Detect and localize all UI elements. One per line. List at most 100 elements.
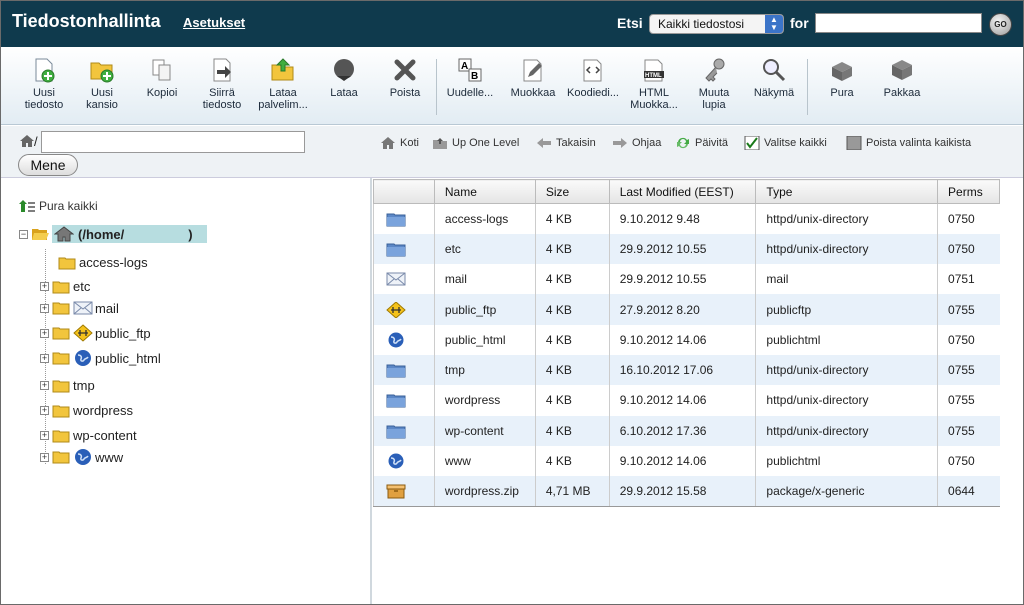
settings-link[interactable]: Asetukset — [183, 15, 245, 30]
tree-item-public-html[interactable]: + public_html — [40, 349, 161, 367]
collapse-all-button[interactable]: Pura kaikki — [19, 199, 98, 213]
column-header-name[interactable]: Name — [433, 179, 536, 204]
permissions-button[interactable]: Muuta lupia — [685, 57, 743, 111]
tree-item-wordpress[interactable]: + wordpress — [40, 403, 133, 418]
column-header-perms[interactable]: Perms — [937, 179, 1000, 204]
row-perms[interactable]: 0644 — [937, 476, 1000, 507]
row-perms[interactable]: 0755 — [937, 415, 1000, 446]
row-name[interactable]: wp-content — [433, 415, 536, 446]
new-file-button[interactable]: Uusi tiedosto — [15, 57, 73, 111]
compress-button[interactable]: Pakkaa — [873, 57, 931, 99]
rename-button[interactable]: AB Uudelle... — [441, 57, 499, 99]
html-editor-button[interactable]: HTML HTML Muokka... — [625, 57, 683, 111]
column-header-type[interactable]: Type — [755, 179, 939, 204]
tree-item-www[interactable]: + www — [40, 448, 123, 466]
select-all-button[interactable]: Valitse kaikki — [744, 136, 827, 150]
table-row[interactable]: tmp 4 KB 16.10.2012 17.06 httpd/unix-direct… — [373, 354, 1000, 386]
upload-button[interactable]: Lataa palvelim... — [254, 57, 312, 111]
table-row[interactable]: etc 4 KB 29.9.2012 10.55 httpd/unix-directo… — [373, 233, 1000, 265]
row-icon-cell[interactable] — [373, 476, 435, 507]
row-name[interactable]: mail — [433, 264, 536, 295]
expand-toggle-icon[interactable]: + — [40, 353, 49, 363]
table-row[interactable]: public_ftp 4 KB 27.9.2012 8.20 publicftp 075… — [373, 294, 1000, 325]
edit-button[interactable]: Muokkaa — [504, 57, 562, 99]
row-perms[interactable]: 0750 — [937, 233, 1000, 265]
row-perms[interactable]: 0750 — [937, 445, 1000, 477]
table-row[interactable]: wp-content 4 KB 6.10.2012 17.36 httpd/unix-… — [373, 415, 1000, 446]
row-name[interactable]: tmp — [433, 354, 536, 386]
code-editor-button[interactable]: Koodiedi... — [564, 57, 622, 99]
row-perms[interactable]: 0755 — [937, 294, 1000, 325]
expand-toggle-icon[interactable]: + — [40, 431, 49, 440]
go-path-button[interactable]: Mene — [18, 154, 78, 176]
expand-toggle-icon[interactable]: + — [40, 381, 49, 390]
new-folder-button[interactable]: Uusi kansio — [73, 57, 131, 111]
view-button[interactable]: Näkymä — [745, 57, 803, 99]
folder-icon — [386, 241, 434, 257]
row-perms[interactable]: 0750 — [937, 324, 1000, 355]
row-icon-cell[interactable] — [373, 264, 435, 295]
row-perms[interactable]: 0751 — [937, 264, 1000, 295]
table-row[interactable]: wordpress 4 KB 9.10.2012 14.06 httpd/unix-d… — [373, 385, 1000, 416]
up-one-level-button[interactable]: Up One Level — [432, 136, 519, 150]
table-row[interactable]: wordpress.zip 4,71 MB 29.9.2012 15.58 packa… — [373, 476, 1000, 507]
table-row[interactable]: www 4 KB 9.10.2012 14.06 publichtml 0750 — [373, 445, 1000, 477]
delete-button[interactable]: Poista — [376, 57, 434, 99]
go-button[interactable]: GO — [989, 13, 1012, 36]
table-row[interactable]: mail 4 KB 29.9.2012 10.55 mail 0751 — [373, 264, 1000, 295]
expand-toggle-icon[interactable]: + — [40, 282, 49, 291]
row-perms[interactable]: 0750 — [937, 203, 1000, 234]
tree-root-label-box[interactable]: (/home/ ) — [52, 225, 207, 243]
path-input[interactable] — [41, 131, 305, 153]
row-perms[interactable]: 0755 — [937, 385, 1000, 416]
row-name[interactable]: access-logs — [433, 203, 536, 234]
expand-toggle-icon[interactable]: + — [40, 452, 49, 462]
tree-item-access-logs[interactable]: access-logs — [58, 255, 148, 270]
column-header-modified[interactable]: Last Modified (EEST) — [608, 179, 757, 204]
search-input[interactable] — [815, 13, 982, 33]
tree-item-wp-content[interactable]: + wp-content — [40, 428, 137, 443]
row-name[interactable]: etc — [433, 233, 536, 265]
expand-toggle-icon[interactable]: + — [40, 303, 49, 313]
row-icon-cell[interactable] — [373, 385, 435, 416]
collapse-toggle-icon[interactable]: − — [19, 229, 28, 239]
home-button[interactable]: Koti — [380, 136, 419, 150]
search-scope-select[interactable]: Kaikki tiedostosi ▲ ▼ — [649, 14, 784, 34]
expand-toggle-icon[interactable]: + — [40, 406, 49, 415]
deselect-all-button[interactable]: Poista valinta kaikista — [846, 136, 971, 150]
column-header-icon[interactable] — [373, 179, 435, 204]
back-button[interactable]: Takaisin — [536, 136, 596, 150]
move-file-button[interactable]: Siirrä tiedosto — [193, 57, 251, 111]
row-name[interactable]: wordpress.zip — [433, 476, 536, 507]
pane-divider[interactable] — [370, 178, 372, 604]
row-icon-cell[interactable] — [373, 324, 435, 355]
tree-item-etc[interactable]: + etc — [40, 279, 90, 294]
row-icon-cell[interactable] — [373, 294, 435, 325]
row-perms[interactable]: 0755 — [937, 354, 1000, 386]
row-icon-cell[interactable] — [373, 445, 435, 477]
row-icon-cell[interactable] — [373, 203, 435, 234]
row-modified: 29.9.2012 10.55 — [608, 233, 756, 265]
row-name[interactable]: public_ftp — [433, 294, 536, 325]
download-button[interactable]: Lataa — [315, 57, 373, 99]
copy-button[interactable]: Kopioi — [133, 57, 191, 99]
forward-button[interactable]: Ohjaa — [612, 136, 661, 150]
table-row[interactable]: access-logs 4 KB 9.10.2012 9.48 httpd/unix-… — [373, 203, 1000, 234]
row-icon-cell[interactable] — [373, 415, 435, 446]
download-icon — [334, 59, 354, 81]
tree-item-tmp[interactable]: + tmp — [40, 378, 95, 393]
tree-root[interactable]: − (/home/ ) — [19, 225, 207, 243]
row-size: 4 KB — [534, 385, 610, 416]
reload-button[interactable]: Päivitä — [675, 136, 728, 150]
column-header-size[interactable]: Size — [534, 179, 610, 204]
row-name[interactable]: www — [433, 445, 536, 477]
row-icon-cell[interactable] — [373, 233, 435, 265]
row-icon-cell[interactable] — [373, 354, 435, 386]
tree-item-public-ftp[interactable]: + public_ftp — [40, 324, 151, 342]
row-name[interactable]: public_html — [433, 324, 536, 355]
tree-item-mail[interactable]: + mail — [40, 300, 119, 316]
table-row[interactable]: public_html 4 KB 9.10.2012 14.06 publichtml… — [373, 324, 1000, 355]
expand-toggle-icon[interactable]: + — [40, 328, 49, 338]
extract-button[interactable]: Pura — [813, 57, 871, 99]
row-name[interactable]: wordpress — [433, 385, 536, 416]
